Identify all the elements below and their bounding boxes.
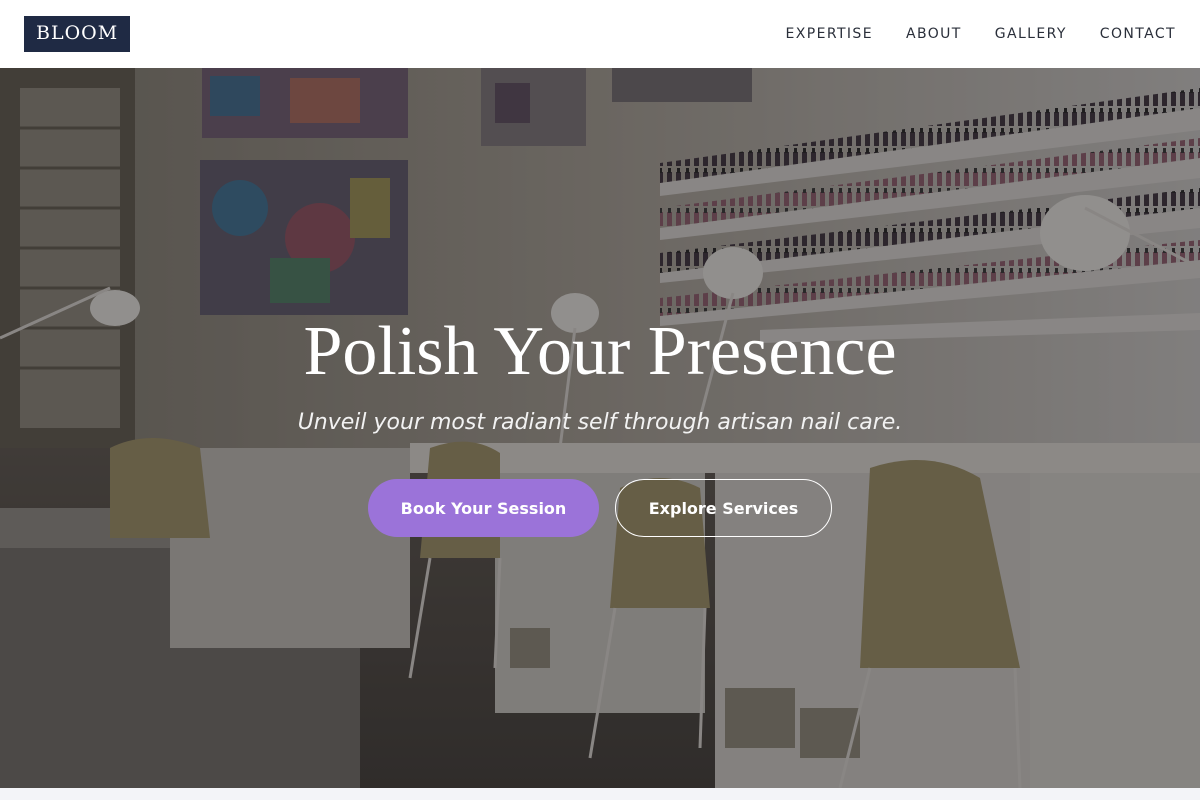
- hero-buttons: Book Your Session Explore Services: [0, 479, 1200, 537]
- nav-link-gallery[interactable]: GALLERY: [995, 26, 1067, 42]
- nav-link-expertise[interactable]: EXPERTISE: [786, 26, 873, 42]
- logo[interactable]: BLOOM: [24, 16, 131, 52]
- page-bottom-strip: [0, 788, 1200, 800]
- explore-services-button[interactable]: Explore Services: [615, 479, 832, 537]
- hero-subtitle: Unveil your most radiant self through ar…: [297, 410, 903, 435]
- book-session-button[interactable]: Book Your Session: [368, 479, 599, 537]
- hero-title: Polish Your Presence: [303, 313, 897, 390]
- main-nav: EXPERTISE ABOUT GALLERY CONTACT: [786, 26, 1176, 42]
- hero-section: Polish Your Presence Unveil your most ra…: [0, 68, 1200, 788]
- hero-content: Polish Your Presence Unveil your most ra…: [0, 312, 1200, 537]
- site-header: BLOOM EXPERTISE ABOUT GALLERY CONTACT: [0, 0, 1200, 68]
- nav-link-contact[interactable]: CONTACT: [1100, 26, 1176, 42]
- nav-link-about[interactable]: ABOUT: [906, 26, 962, 42]
